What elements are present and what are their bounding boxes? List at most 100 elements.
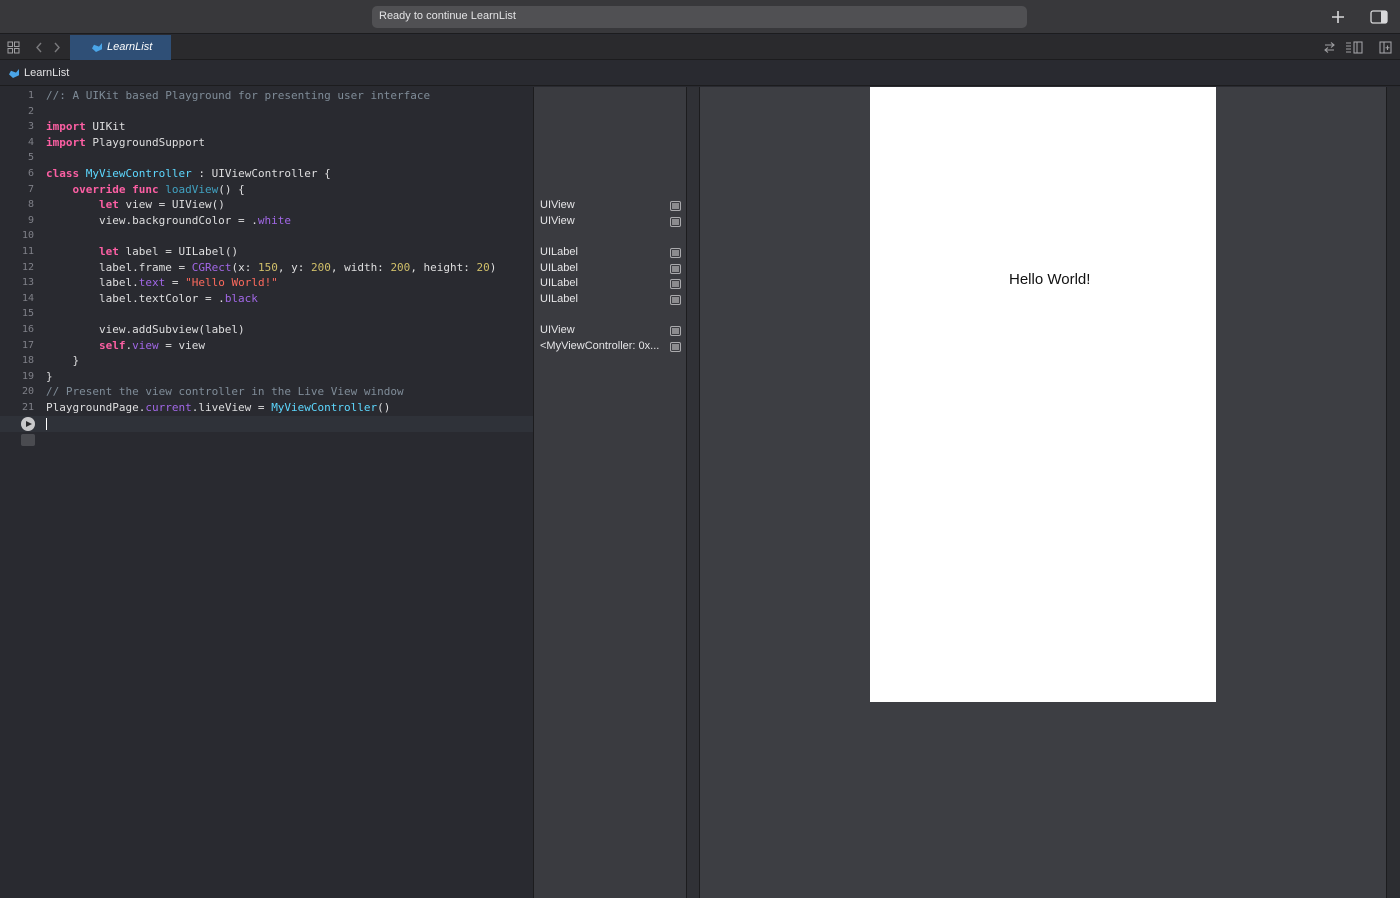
tab-learnlist[interactable]: LearnList [70,35,171,60]
line-number: 7 [27,183,34,195]
code-line[interactable]: 7 override func loadView() { [0,182,533,198]
code-text: override func loadView() { [72,182,245,196]
window-toolbar: Ready to continue LearnList [0,0,1400,34]
result-value: UIView [540,214,575,227]
result-row[interactable]: UIView [534,214,687,230]
code-line[interactable]: 20 // Present the view controller in the … [0,384,533,400]
quick-look-icon[interactable] [670,248,681,258]
code-line[interactable]: 3 import UIKit [0,119,533,135]
line-number: 13 [21,277,34,289]
chevron-right-icon[interactable] [53,42,61,53]
scrollbar[interactable] [1386,87,1400,898]
code-line[interactable]: 2 [0,104,533,120]
status-text: Ready to continue LearnList [379,10,516,22]
code-line[interactable]: 9 view.backgroundColor = .white [0,213,533,229]
quick-look-icon[interactable] [670,341,681,352]
line-number: 17 [21,339,34,351]
result-row[interactable]: UILabel [534,292,687,308]
line-number: 3 [27,121,34,133]
quick-look-icon[interactable] [670,294,681,305]
code-line[interactable]: 17 self.view = view [0,338,533,354]
code-line[interactable]: 5 [0,150,533,166]
code-line[interactable]: 12 label.frame = CGRect(x: 150, y: 200, … [0,260,533,276]
result-value: <MyViewController: 0x... [540,339,660,352]
line-number: 20 [21,386,34,398]
tab-bar: LearnList [0,35,1400,60]
result-row[interactable]: UIView [534,323,687,339]
code-line[interactable]: 13 label.text = "Hello World!" [0,275,533,291]
code-line[interactable]: 19} [0,369,533,385]
code-text: label.text = "Hello World!" [46,276,278,290]
result-value: UIView [540,199,575,212]
line-number: 11 [21,246,34,257]
line-number: 12 [21,261,34,273]
pane-divider[interactable] [686,87,700,898]
result-row[interactable]: UILabel [534,276,687,292]
result-value: UILabel [540,246,578,258]
sidebar-toggle-icon[interactable] [1370,10,1388,24]
line-number: 2 [27,105,34,117]
result-row[interactable]: UIView [534,198,687,214]
code-text: view.addSubview(label) [46,323,245,336]
quick-look-icon[interactable] [670,201,681,212]
code-line[interactable]: 4 import PlaygroundSupport [0,135,533,151]
code-line[interactable]: 8 let view = UIView() [0,197,533,213]
play-icon [26,420,32,427]
text-caret [46,418,47,430]
list-lines-icon[interactable] [1345,41,1363,54]
run-playground-button[interactable] [21,417,35,431]
line-number: 10 [21,230,34,242]
code-text: label.textColor = .black [46,291,258,305]
quick-look-icon[interactable] [670,263,681,274]
result-value: UILabel [540,292,578,305]
breadcrumb-file[interactable]: LearnList [24,67,69,79]
swift-icon [92,43,102,52]
quick-look-icon[interactable] [670,216,681,227]
swap-icon[interactable] [1323,41,1336,54]
result-row[interactable]: UILabel [534,261,687,277]
jump-bar: LearnList [0,61,1400,86]
line-number: 9 [27,214,34,226]
code-text: import PlaygroundSupport [46,135,205,149]
line-marker [21,434,35,446]
code-line[interactable]: 11 let label = UILabel() [0,244,533,260]
result-value: UILabel [540,261,578,274]
result-row[interactable]: <MyViewController: 0x... [534,339,687,355]
add-editor-icon[interactable] [1379,41,1392,54]
code-line[interactable]: 6 class MyViewController : UIViewControll… [0,166,533,182]
code-text: //: A UIKit based Playground for present… [46,89,431,102]
code-line[interactable]: 16 view.addSubview(label) [0,322,533,338]
quick-look-icon[interactable] [670,279,681,290]
code-text: // Present the view controller in the Li… [46,385,404,399]
source-editor[interactable]: 1 //: A UIKit based Playground for presen… [0,87,533,898]
quick-look-icon[interactable] [670,326,681,336]
line-number: 4 [27,136,34,148]
code-line[interactable]: 10 [0,228,533,244]
code-line[interactable]: 14 label.textColor = .black [0,291,533,307]
line-number: 5 [27,152,34,164]
line-number: 19 [21,370,34,382]
live-view-pane: Hello World! [700,87,1386,898]
line-number: 18 [21,355,34,367]
code-text: } [46,354,80,368]
code-text: let label = UILabel() [98,245,239,258]
result-row[interactable]: UILabel [534,245,687,261]
line-number: 14 [21,292,34,304]
code-text: view.backgroundColor = .white [46,213,292,227]
code-text: PlaygroundPage.current.liveView = MyView… [46,401,391,414]
chevron-left-icon[interactable] [35,42,43,53]
code-text: } [46,369,53,383]
line-number: 1 [27,90,34,101]
code-line[interactable]: 18 } [0,353,533,369]
code-line[interactable]: 15 [0,306,533,322]
code-line[interactable]: 21 PlaygroundPage.current.liveView = MyVi… [0,400,533,416]
results-sidebar: UIView UIView UILabel UILabel UILabel UILabel… [533,87,686,898]
line-number: 15 [21,308,34,320]
plus-icon[interactable] [1331,10,1345,24]
result-value: UIView [540,324,575,336]
code-text: label.frame = CGRect(x: 150, y: 200, wid… [46,260,497,274]
code-text: class MyViewController : UIViewControlle… [46,167,331,180]
grid-icon[interactable] [7,41,20,54]
line-number: 21 [21,402,34,413]
code-line[interactable]: 1 //: A UIKit based Playground for presen… [0,88,533,104]
